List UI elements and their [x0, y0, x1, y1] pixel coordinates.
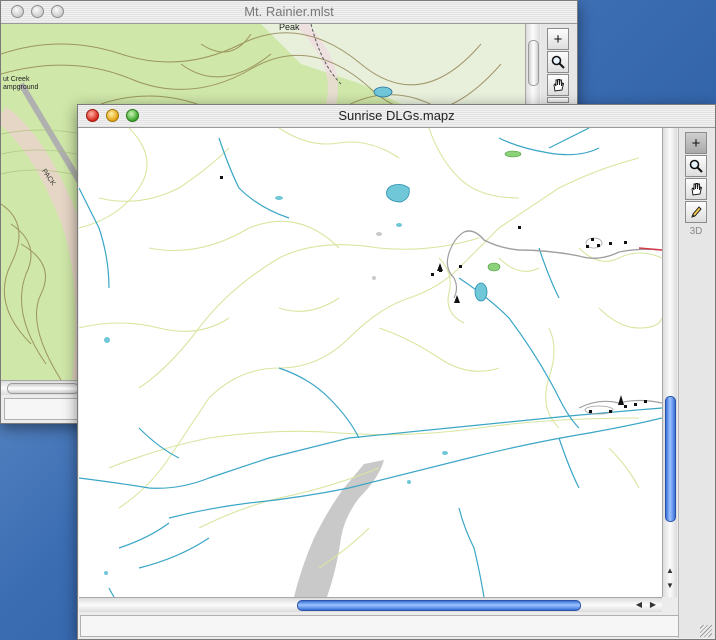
- front-tool-palette: + 3D: [678, 128, 715, 638]
- back-vertical-thumb[interactable]: [528, 40, 539, 86]
- magnifier-icon: [551, 55, 565, 69]
- hand-icon: [691, 183, 703, 196]
- front-horizontal-scrollbar[interactable]: ◀ ▶: [79, 597, 662, 612]
- dlg-map[interactable]: [79, 128, 662, 597]
- front-vertical-scrollbar[interactable]: ▲ ▼: [662, 128, 677, 597]
- front-vertical-thumb[interactable]: [665, 396, 676, 522]
- titlebar-back[interactable]: Mt. Rainier.mlst: [1, 1, 577, 24]
- front-horizontal-thumb[interactable]: [297, 600, 581, 611]
- resize-grip[interactable]: [700, 625, 712, 637]
- pencil-icon: [691, 206, 702, 218]
- window-sunrise-dlgs[interactable]: Sunrise DLGs.mapz + 3D ▲ ▼ ◀ ▶: [77, 104, 716, 640]
- scroll-right-arrow[interactable]: ▶: [647, 600, 659, 609]
- add-tool-back[interactable]: +: [547, 28, 569, 50]
- add-tool[interactable]: +: [685, 132, 707, 154]
- 3d-button[interactable]: 3D: [685, 226, 707, 237]
- topo-label-peak: Peak: [279, 24, 300, 32]
- window-title: Sunrise DLGs.mapz: [338, 108, 455, 123]
- zoom-tool[interactable]: [685, 155, 707, 177]
- zoom-tool-back[interactable]: [547, 51, 569, 73]
- hand-icon: [553, 79, 565, 92]
- scroll-down-arrow[interactable]: ▼: [664, 581, 676, 590]
- pan-tool[interactable]: [685, 178, 707, 200]
- back-horizontal-thumb[interactable]: [7, 383, 79, 394]
- pencil-tool-back[interactable]: [547, 97, 569, 103]
- scroll-left-arrow[interactable]: ◀: [633, 600, 645, 609]
- pan-tool-back[interactable]: [547, 74, 569, 96]
- pencil-tool[interactable]: [685, 201, 707, 223]
- topo-label-creek: ut Creek: [3, 76, 30, 83]
- scroll-up-arrow[interactable]: ▲: [664, 566, 676, 575]
- titlebar-front[interactable]: Sunrise DLGs.mapz: [78, 105, 715, 128]
- magnifier-icon: [689, 159, 703, 173]
- topo-label-campground: ampground: [3, 84, 39, 91]
- front-status-bar: [80, 615, 679, 637]
- window-title: Mt. Rainier.mlst: [244, 4, 334, 19]
- dlg-map-graphic: [79, 128, 662, 597]
